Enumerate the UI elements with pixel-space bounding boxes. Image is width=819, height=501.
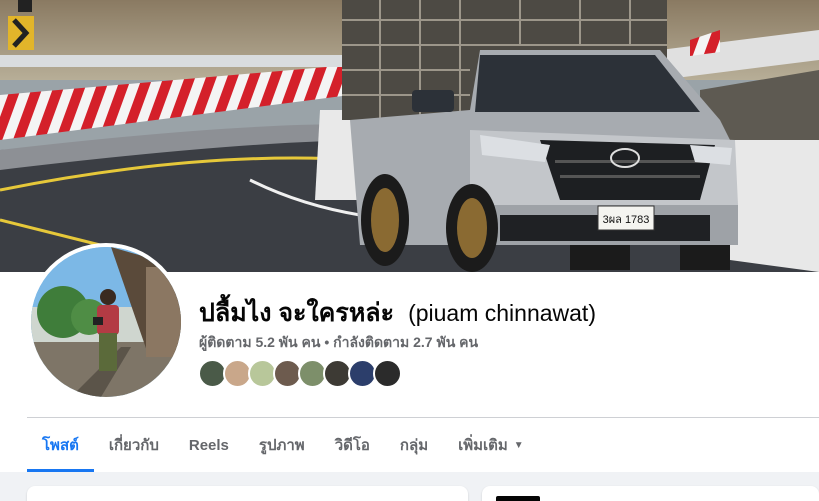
profile-name-row: ปลื้มไง จะใครหล่ะ (piuam chinnawat) (199, 293, 596, 333)
tab-label: โพสต์ (42, 437, 79, 454)
cover-photo[interactable]: 3ผล 1783 (0, 0, 819, 272)
tab-label: วิดีโอ (334, 437, 370, 454)
tab-reels[interactable]: Reels (174, 418, 244, 472)
tab-videos[interactable]: วิดีโอ (320, 418, 385, 472)
profile-tabs: โพสต์ เกี่ยวกับ Reels รูปภาพ วิดีโอ กลุ่… (27, 418, 539, 472)
chevron-down-icon: ▼ (513, 439, 524, 451)
intro-card (27, 486, 468, 501)
avatar-image (31, 247, 181, 397)
follower-stats[interactable]: ผู้ติดตาม 5.2 พัน คน • กำลังติดตาม 2.7 พ… (199, 332, 478, 354)
card-title-stub (496, 496, 540, 501)
license-plate-text: 3ผล 1783 (603, 214, 650, 226)
tab-photos[interactable]: รูปภาพ (244, 418, 320, 472)
tab-about[interactable]: เกี่ยวกับ (94, 418, 174, 472)
tab-groups[interactable]: กลุ่ม (385, 418, 443, 472)
tab-label: รูปภาพ (258, 437, 305, 454)
tab-label: เพิ่มเติม (458, 437, 508, 454)
tab-label: กลุ่ม (399, 437, 429, 454)
posts-card (482, 486, 819, 501)
tab-more[interactable]: เพิ่มเติม ▼ (443, 418, 539, 472)
cover-photo-image: 3ผล 1783 (0, 0, 819, 272)
profile-name: ปลื้มไง จะใครหล่ะ (199, 299, 395, 327)
follower-avatar[interactable] (373, 359, 402, 388)
profile-avatar[interactable] (27, 243, 185, 401)
profile-alternate-name: (piuam chinnawat) (408, 300, 596, 326)
tab-label: Reels (188, 436, 229, 454)
tab-label: เกี่ยวกับ (108, 437, 159, 454)
tab-posts[interactable]: โพสต์ (27, 418, 94, 472)
follower-avatars (198, 359, 402, 388)
